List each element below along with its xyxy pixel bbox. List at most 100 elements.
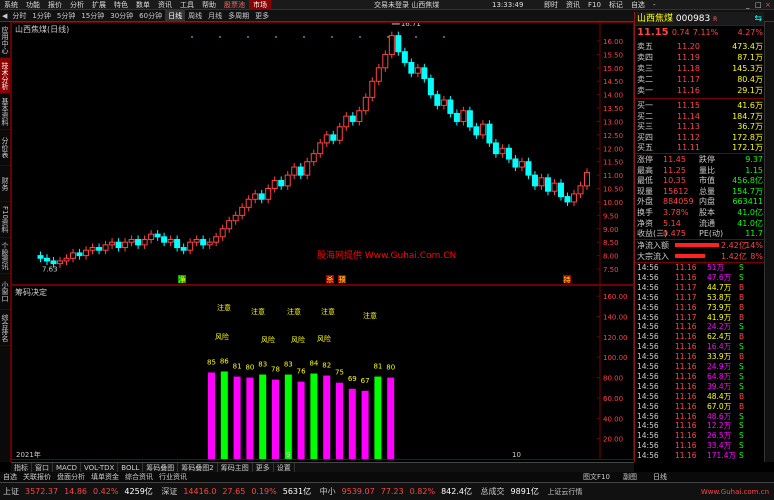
menu-item[interactable]: 分析 (66, 0, 88, 10)
index-sh-label[interactable]: 上证 (0, 483, 22, 500)
kline-chart-panel[interactable]: 山西焦煤(日线) 16.00 15.50 15.00 14.50 14.00 13.50 1… (11, 22, 634, 285)
menu-item[interactable]: 数单 (132, 0, 154, 10)
info-tab[interactable]: 行业资讯 (156, 472, 190, 482)
event-marker[interactable]: 预 (339, 275, 346, 284)
bid-row[interactable]: 买五 11.11 172.1万 (637, 142, 763, 153)
tab-period[interactable]: 分时 (9, 10, 29, 22)
event-marker[interactable]: 净 (179, 275, 186, 284)
menu-item[interactable]: 股票池 (220, 0, 249, 10)
tab-period[interactable]: 更多 (252, 10, 272, 22)
ask-row[interactable]: 卖四 11.19 87.1万 (637, 52, 763, 63)
info-tab[interactable]: 自选 (0, 472, 20, 482)
bid-row[interactable]: 买三 11.13 36.7万 (637, 121, 763, 132)
candle-body (291, 166, 298, 176)
stat-bv: 1.15 (745, 165, 763, 175)
info-tab[interactable]: 盘面分析 (54, 472, 88, 482)
bid-row[interactable]: 买二 11.14 184.7万 (637, 111, 763, 122)
side-tab[interactable]: 基本资料 (0, 94, 10, 130)
candle-body (584, 171, 590, 187)
top-menu-item[interactable]: 标记 (605, 0, 627, 10)
bar-label: 86 (220, 357, 229, 365)
side-tab[interactable]: 分价表 (0, 130, 10, 166)
back-icon[interactable]: ◀ (0, 10, 9, 22)
menu-item[interactable]: 系统 (0, 0, 22, 10)
daily-tab[interactable]: 日线 (650, 472, 670, 482)
tab-period-active[interactable]: 日线 (165, 10, 186, 22)
tick-side: S (739, 263, 744, 272)
close-icon[interactable]: × (763, 0, 773, 10)
tab-period[interactable]: 1分钟 (29, 10, 53, 22)
tab-period[interactable]: 15分钟 (78, 10, 107, 22)
menu-item[interactable]: 报价 (44, 0, 66, 10)
stat-row: 收益(三) 0.475 PE(动) 11.7 (637, 228, 763, 239)
index-zx-value: 9539.07 (341, 487, 375, 496)
tick-time: 14:56 (637, 371, 659, 381)
f10-tab[interactable]: 图文F10 (580, 472, 613, 482)
subchart-tab[interactable]: 副图 (620, 472, 640, 482)
tick-row: 14:56 11.16 33.4万 S (637, 441, 763, 451)
site-link[interactable]: Www.Guhai.com.cn (698, 483, 772, 500)
side-tab[interactable]: 应用中心 (0, 22, 10, 58)
side-tab-active[interactable]: 技术分析 (0, 58, 10, 94)
bid-row[interactable]: 买四 11.12 172.8万 (637, 132, 763, 143)
candle-body (369, 80, 376, 98)
menu-item[interactable]: 特色 (110, 0, 132, 10)
index-zx-change: 77.23 (380, 487, 404, 496)
indicator-chart-panel[interactable]: 筹码决定 160.00 140.00 120.00 100.00 80.00 60.00 4… (11, 285, 634, 460)
minimize-icon[interactable]: _ (744, 0, 752, 10)
ask-row[interactable]: 卖三 11.18 145.3万 (637, 63, 763, 74)
ask-volume: 87.1万 (737, 53, 763, 62)
side-tab[interactable]: 综合排名 (0, 310, 10, 346)
side-tab[interactable]: F10资料 (0, 202, 10, 238)
info-tab[interactable]: 填单资金 (88, 472, 122, 482)
menu-item[interactable]: 工具 (176, 0, 198, 10)
tab-period[interactable]: 多周期 (225, 10, 252, 22)
candle-body (577, 185, 584, 195)
menu-item[interactable]: 市场 (249, 0, 271, 10)
index-sz-label[interactable]: 深证 (158, 483, 180, 500)
stat-b: 股本 (699, 208, 715, 217)
top-menu-item[interactable]: 资讯 (562, 0, 584, 10)
menu-item[interactable]: 帮助 (198, 0, 220, 10)
top-menu-item[interactable]: F10 (584, 0, 605, 10)
side-tab[interactable]: 个股资讯 (0, 238, 10, 274)
stock-name: 山西焦煤 (637, 14, 674, 24)
side-tab[interactable]: 财务 (0, 166, 10, 202)
top-menu-item[interactable]: 即时 (540, 0, 562, 10)
menu-item[interactable]: 功能 (22, 0, 44, 10)
tab-period[interactable]: 周线 (185, 10, 205, 22)
indicator-tick: 80.00 (603, 375, 623, 383)
x-axis-label: 2021年 (16, 450, 41, 459)
info-tab[interactable]: 关联报价 (20, 472, 54, 482)
stock-code: 000983 (675, 14, 711, 24)
event-marker[interactable]: 持 (564, 275, 571, 284)
side-tab[interactable]: 小窗口 (0, 274, 10, 310)
annotation-risk: 风险 (261, 335, 275, 344)
top-menu-item[interactable]: - (649, 0, 660, 10)
stat-a: 最高 (637, 165, 653, 175)
top-menu-item[interactable]: 自选 (627, 0, 649, 10)
bid-row[interactable]: 买一 11.15 41.6万 (637, 100, 763, 111)
tab-period[interactable]: 月线 (205, 10, 225, 22)
tick-volume: 53.8万 (707, 292, 732, 302)
info-tab[interactable]: 综合资讯 (122, 472, 156, 482)
tick-time: 14:56 (637, 272, 659, 282)
stat-b: 市值 (699, 176, 715, 186)
chip-bar (272, 379, 279, 459)
tick-side: S (739, 322, 744, 332)
tab-period[interactable]: 5分钟 (54, 10, 78, 22)
menu-item[interactable]: 扩展 (88, 0, 110, 10)
right-scrollbar[interactable] (764, 22, 774, 462)
tick-side: S (739, 362, 744, 371)
event-marker[interactable]: 杀 (327, 275, 334, 284)
candle-body (551, 182, 558, 192)
ask-row[interactable]: 卖一 11.16 29.1万 (637, 85, 763, 96)
ask-row[interactable]: 卖五 11.20 473.4万 (637, 41, 763, 52)
expand-icon[interactable]: ⇆ (754, 12, 762, 26)
menu-item[interactable]: 资讯 (154, 0, 176, 10)
tab-period[interactable]: 30分钟 (107, 10, 136, 22)
total-label: 总成交 (480, 487, 505, 496)
ask-row[interactable]: 卖二 11.17 80.4万 (637, 74, 763, 85)
tab-period[interactable]: 60分钟 (136, 10, 165, 22)
index-zx-label[interactable]: 中小 (317, 483, 339, 500)
